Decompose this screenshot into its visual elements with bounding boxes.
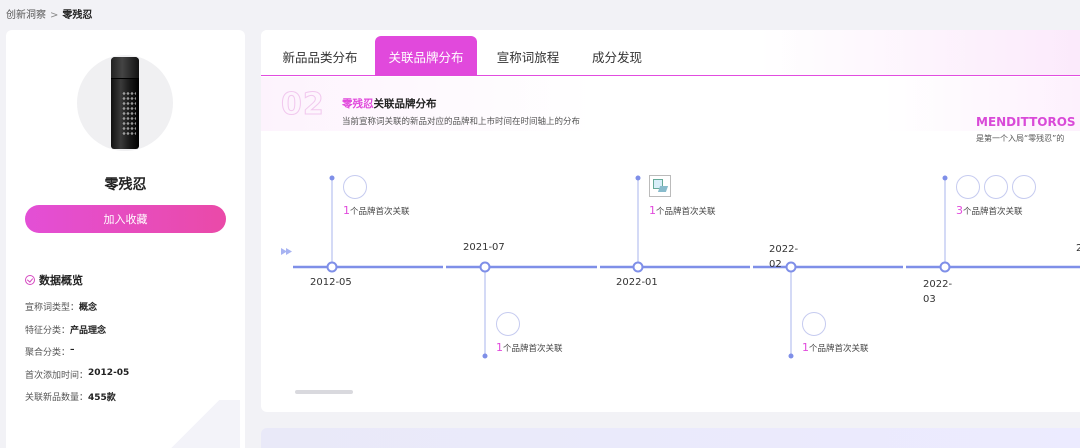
event-brand-count: 1个品牌首次关联 xyxy=(802,341,869,354)
timeline-date-partial: 2 xyxy=(1076,243,1080,254)
stat-label: 关联新品数量： xyxy=(25,393,89,404)
timeline-node[interactable] xyxy=(479,261,491,273)
section-title: 零残忍关联品牌分布 xyxy=(342,96,437,111)
stat-value: – xyxy=(70,345,75,356)
event-brand-count: 3个品牌首次关联 xyxy=(956,204,1023,217)
timeline-axis xyxy=(281,175,1080,359)
stat-row: 聚合分类： – xyxy=(25,345,129,368)
brand-count-number: 3 xyxy=(956,204,963,217)
stats-list: 宣称词类型： 概念 特征分类： 产品理念 聚合分类： – 首次添加时间： 2012-05… xyxy=(25,300,129,413)
timeline-date: 2021-07 xyxy=(463,242,505,253)
check-circle-icon xyxy=(25,275,35,285)
stat-row: 宣称词类型： 概念 xyxy=(25,300,129,323)
brand-logo[interactable] xyxy=(956,175,980,199)
brand-logo[interactable] xyxy=(984,175,1008,199)
stat-row: 特征分类： 产品理念 xyxy=(25,323,129,346)
tab-ingredient-discovery[interactable]: 成分发现 xyxy=(579,36,655,76)
axis-gap xyxy=(903,265,906,269)
timeline-node[interactable] xyxy=(939,261,951,273)
breadcrumb-root[interactable]: 创新洞察 xyxy=(6,10,46,21)
breadcrumb: 创新洞察 > 零残忍 xyxy=(6,6,92,21)
breadcrumb-current: 零残忍 xyxy=(62,10,93,21)
brand-logo[interactable] xyxy=(802,312,826,336)
main-panel: 新品品类分布 关联品牌分布 宣称词旅程 成分发现 02 零残忍关联品牌分布 当前… xyxy=(261,30,1080,412)
brand-count-number: 1 xyxy=(496,341,503,354)
section-title-highlight: 零残忍 xyxy=(342,98,374,110)
section-header: 02 零残忍关联品牌分布 当前宣称词关联的新品对应的品牌和上市时间在时间轴上的分… xyxy=(261,77,1080,143)
next-section-band xyxy=(261,428,1080,448)
axis-gap xyxy=(597,265,600,269)
stat-label: 宣称词类型： xyxy=(25,303,80,313)
brand-logo-broken-image[interactable] xyxy=(649,175,671,197)
first-brand-name: MENDITTOROS xyxy=(976,115,1076,129)
stat-value: 2012-05 xyxy=(88,367,130,378)
event-tip-dot xyxy=(635,175,641,181)
data-overview-title: 数据概览 xyxy=(25,272,83,288)
timeline-date: 2012-05 xyxy=(310,277,352,288)
brand-logo[interactable] xyxy=(343,175,367,199)
brand-count-suffix: 个品牌首次关联 xyxy=(656,207,716,217)
timeline-node[interactable] xyxy=(632,261,644,273)
brand-count-number: 1 xyxy=(649,204,656,217)
event-brand-count: 1个品牌首次关联 xyxy=(496,341,563,354)
axis-gap xyxy=(443,265,446,269)
brand-count-number: 1 xyxy=(343,204,350,217)
decorative-shape xyxy=(150,400,240,448)
brand-logo[interactable] xyxy=(1012,175,1036,199)
event-brand-count: 1个品牌首次关联 xyxy=(649,204,716,217)
section-subtitle: 当前宣称词关联的新品对应的品牌和上市时间在时间轴上的分布 xyxy=(342,117,581,127)
stat-row: 首次添加时间： 2012-05 xyxy=(25,368,129,391)
event-tip-dot xyxy=(329,175,335,181)
stat-label: 聚合分类： xyxy=(25,348,71,359)
stat-value: 455款 xyxy=(88,393,116,404)
stat-label: 首次添加时间： xyxy=(25,370,89,381)
axis-gap xyxy=(750,265,753,269)
event-tip-dot xyxy=(788,353,794,359)
stat-value: 产品理念 xyxy=(70,325,107,336)
brand-count-suffix: 个品牌首次关联 xyxy=(503,344,563,354)
tab-bar: 新品品类分布 关联品牌分布 宣称词旅程 成分发现 xyxy=(261,30,1080,76)
brand-count-suffix: 个品牌首次关联 xyxy=(350,207,410,217)
event-tip-dot xyxy=(942,175,948,181)
breadcrumb-separator: > xyxy=(50,10,59,21)
timeline-date: 2022-02 xyxy=(769,244,799,270)
brand-count-suffix: 个品牌首次关联 xyxy=(963,207,1023,217)
brand-timeline: 2012-05 1个品牌首次关联 2021-07 1个品牌首次关联 2022-01 1个品… xyxy=(261,131,1080,412)
product-name: 零残忍 xyxy=(104,177,147,193)
brand-count-suffix: 个品牌首次关联 xyxy=(809,344,869,354)
product-image xyxy=(77,55,173,151)
stat-row: 关联新品数量： 455款 xyxy=(25,390,129,413)
section-title-rest: 关联品牌分布 xyxy=(373,98,437,110)
stat-label: 特征分类： xyxy=(25,325,71,336)
section-number: 02 xyxy=(281,87,325,123)
brand-logo[interactable] xyxy=(496,312,520,336)
bottle-illustration xyxy=(111,57,139,149)
tab-claim-journey[interactable]: 宣称词旅程 xyxy=(483,36,573,76)
event-tip-dot xyxy=(482,353,488,359)
brand-count-number: 1 xyxy=(802,341,809,354)
stat-value: 概念 xyxy=(79,303,98,313)
tab-new-category[interactable]: 新品品类分布 xyxy=(269,36,371,76)
add-favorite-button[interactable]: 加入收藏 xyxy=(25,205,226,233)
event-brand-count: 1个品牌首次关联 xyxy=(343,204,410,217)
tab-brand-distribution[interactable]: 关联品牌分布 xyxy=(375,36,477,76)
timeline-date: 2022-01 xyxy=(616,277,658,288)
data-overview-label: 数据概览 xyxy=(39,274,83,287)
timeline-node[interactable] xyxy=(326,261,338,273)
horizontal-scrollbar[interactable] xyxy=(295,390,353,394)
product-sidebar: 零残忍 加入收藏 数据概览 宣称词类型： 概念 特征分类： 产品理念 聚合分类： – … xyxy=(6,30,245,448)
timeline-date: 2022-03 xyxy=(923,279,953,305)
